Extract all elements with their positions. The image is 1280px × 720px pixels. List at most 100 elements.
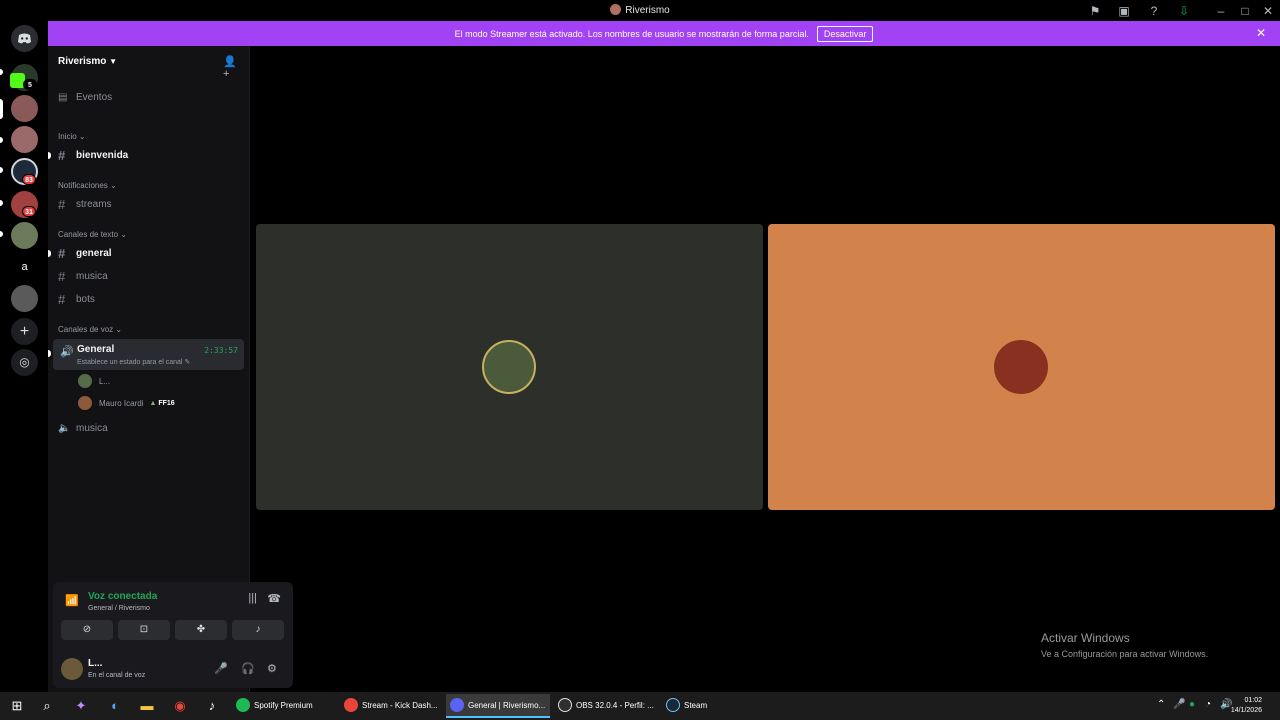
channel-status[interactable]: Establece un estado para el canal ✎ (77, 358, 190, 366)
maximize-button[interactable]: □ (1237, 3, 1253, 19)
channel-status-text: Establece un estado para el canal (77, 359, 183, 366)
participant-tile[interactable] (768, 224, 1275, 510)
discord-home-icon[interactable] (11, 25, 38, 52)
soundboard-button[interactable]: ♪ (232, 620, 284, 640)
events-item[interactable]: ▤ Eventos (58, 92, 112, 103)
add-server-icon[interactable]: + (11, 318, 38, 345)
signal-icon: 📶 (65, 595, 79, 607)
microphone-icon[interactable]: 🎤 (214, 662, 228, 675)
voice-channel-label: General (77, 344, 115, 355)
participant-tile[interactable] (256, 224, 763, 510)
category-texto[interactable]: Canales de texto ⌄ (58, 230, 127, 239)
start-icon[interactable]: ⊞ (8, 697, 26, 715)
download-icon[interactable]: ⇩ (1176, 3, 1192, 19)
hash-icon: # (58, 197, 66, 212)
server-selected-pill (0, 99, 3, 119)
watermark-subtitle: Ve a Configuración para activar Windows. (1041, 649, 1209, 659)
server-avatar[interactable] (11, 95, 38, 122)
search-icon[interactable]: ⌕ (38, 697, 56, 715)
server-unread-pill (0, 231, 3, 237)
channel-label: musica (76, 271, 108, 282)
chrome-icon (344, 698, 358, 712)
calendar-icon: ▤ (58, 92, 68, 103)
unread-indicator (48, 250, 51, 257)
spotify-icon (236, 698, 250, 712)
discord-icon (450, 698, 464, 712)
deactivate-button[interactable]: Desactivar (816, 25, 874, 42)
taskbar-app-label: General | Riverismo... (468, 700, 546, 710)
channel-bienvenida[interactable]: # bienvenida (58, 148, 128, 163)
chrome-icon[interactable]: ◉ (171, 697, 189, 715)
taskbar-app-obs[interactable]: OBS 32.0.4 - Perfil: ... (554, 694, 658, 718)
taskbar-app-chrome[interactable]: Stream - Kick Dash... (340, 694, 442, 718)
clock-date: 14/1/2026 (1230, 707, 1262, 714)
voice-connected-label[interactable]: Voz conectada (88, 591, 157, 602)
voice-location[interactable]: General / Riverismo (88, 605, 150, 612)
help-icon[interactable]: ? (1146, 3, 1162, 19)
share-screen-button[interactable]: ⊡ (118, 620, 170, 640)
user-panel: 📶 Voz conectada General / Riverismo ||| … (53, 582, 293, 688)
server-unread-pill (0, 200, 3, 206)
tiktok-icon[interactable]: ♪ (203, 697, 221, 715)
file-explorer-icon[interactable]: ▬ (138, 697, 156, 715)
title-bar: Riverismo ⚑ ▣ ? ⇩ – □ ✕ (0, 0, 1280, 21)
user-avatar[interactable] (61, 658, 83, 680)
copilot-icon[interactable]: ✦ (72, 697, 90, 715)
voice-channel-general[interactable]: 🔊 General 2:33:57 Establece un estado pa… (53, 339, 244, 370)
banner-text: El modo Streamer está activado. Los nomb… (454, 28, 809, 39)
discord-window: Riverismo ⚑ ▣ ? ⇩ – □ ✕ 5 83 31 a + ◎ El… (0, 0, 1280, 692)
voice-channel-musica[interactable]: 🔈 musica (58, 423, 108, 434)
category-inicio[interactable]: Inicio ⌄ (58, 132, 86, 141)
server-avatar[interactable] (11, 126, 38, 153)
headphones-icon[interactable]: 🎧 (241, 662, 255, 675)
microphone-tray-icon[interactable]: 🎤 (1173, 699, 1185, 710)
channel-general[interactable]: # general (58, 246, 112, 261)
server-unread-pill (0, 69, 3, 75)
pencil-icon: ✎ (184, 359, 191, 366)
minimize-button[interactable]: – (1213, 3, 1229, 19)
taskbar-app-spotify[interactable]: Spotify Premium (232, 694, 336, 718)
invite-people-icon[interactable]: 👤+ (223, 55, 237, 80)
channel-bots[interactable]: # bots (58, 292, 95, 307)
screen-share-icon[interactable]: ▣ (1116, 3, 1132, 19)
game-tag-text: FF16 (158, 399, 175, 407)
server-unread-pill (0, 137, 3, 143)
server-icon (610, 4, 622, 15)
server-letter-avatar[interactable]: a (11, 254, 38, 281)
category-notificaciones[interactable]: Notificaciones ⌄ (58, 181, 117, 190)
discover-icon[interactable]: ◎ (11, 349, 38, 376)
edge-icon[interactable]: ◐ (106, 697, 124, 715)
events-label: Eventos (76, 92, 113, 103)
windows-activation-watermark: Activar Windows Ve a Configuración para … (1041, 631, 1208, 659)
taskbar-app-steam[interactable]: Steam (662, 694, 742, 718)
network-icon[interactable]: ◔ (1205, 699, 1211, 710)
chevron-up-icon[interactable]: ⌃ (1157, 699, 1165, 710)
chevron-down-icon: ▼ (109, 57, 118, 66)
server-avatar[interactable] (11, 285, 38, 312)
disconnect-icon[interactable]: ☎ (267, 592, 281, 605)
category-label: Canales de voz (58, 325, 114, 334)
window-title-text: Riverismo (625, 5, 670, 16)
discord-tray-icon[interactable]: ● (1189, 699, 1195, 710)
user-name[interactable]: L... (88, 658, 102, 669)
activities-button[interactable]: ✤ (175, 620, 227, 640)
gear-icon[interactable]: ⚙ (267, 662, 277, 675)
voice-user[interactable]: Mauro Icardi ▲ FF16 (78, 396, 175, 410)
speaker-icon: 🔈 (58, 423, 71, 434)
close-icon[interactable]: ✕ (1256, 26, 1266, 40)
taskbar-app-discord[interactable]: General | Riverismo... (446, 694, 550, 718)
server-name-header[interactable]: Riverismo ▼ (58, 56, 117, 67)
category-voz[interactable]: Canales de voz ⌄ (58, 325, 122, 334)
channel-musica[interactable]: # musica (58, 269, 108, 284)
server-avatar[interactable] (11, 222, 38, 249)
camera-button[interactable]: ⊘ (61, 620, 113, 640)
channel-label: general (76, 248, 112, 259)
taskbar-clock[interactable]: 01:02 14/1/2026 (1231, 696, 1262, 716)
voice-user[interactable]: L... (78, 374, 110, 388)
steam-icon (666, 698, 680, 712)
channel-streams[interactable]: # streams (58, 197, 112, 212)
hash-icon: # (58, 246, 66, 261)
inbox-icon[interactable]: ⚑ (1087, 3, 1103, 19)
noise-suppression-icon[interactable]: ||| (248, 592, 257, 604)
close-button[interactable]: ✕ (1260, 3, 1276, 19)
